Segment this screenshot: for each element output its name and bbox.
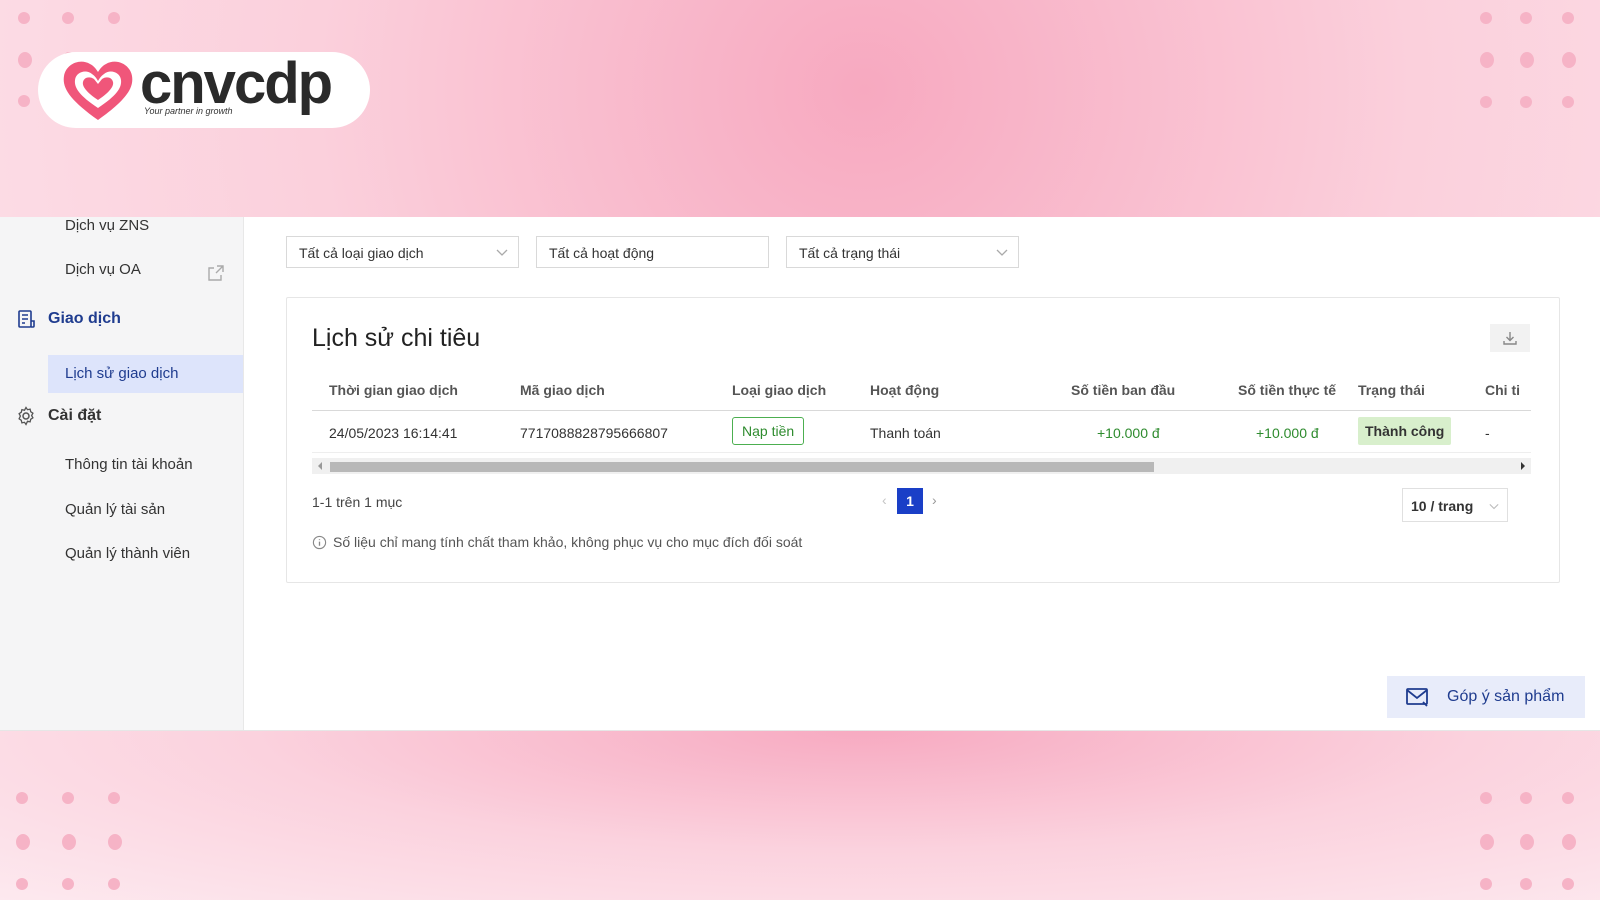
cell-activity: Thanh toán (870, 425, 941, 441)
chevron-down-icon (1489, 503, 1499, 510)
cell-amount-actual: +10.000 đ (1256, 425, 1319, 441)
scroll-left-icon[interactable] (316, 461, 324, 471)
page-number-current[interactable]: 1 (897, 488, 923, 514)
column-header: Loại giao dịch (732, 382, 827, 398)
download-icon (1503, 332, 1517, 345)
column-header: Mã giao dịch (520, 382, 605, 398)
download-button[interactable] (1490, 324, 1530, 352)
sidebar-group-giao-dich[interactable]: Giao dịch (16, 309, 121, 329)
brand-logo: cnvcdp Your partner in growth (38, 51, 370, 128)
status-badge: Thành công (1358, 417, 1452, 445)
card-title: Lịch sử chi tiêu (312, 324, 481, 352)
sidebar-item-oa[interactable]: Dịch vụ OA (65, 261, 141, 278)
info-icon (312, 535, 327, 549)
scroll-right-icon[interactable] (1519, 461, 1527, 471)
mail-feedback-icon (1406, 688, 1428, 707)
disclaimer-note: Số liệu chỉ mang tính chất tham khảo, kh… (312, 534, 802, 550)
sidebar-item-thong-tin-tai-khoan[interactable]: Thông tin tài khoản (65, 456, 193, 473)
column-header: Số tiền thực tế (1238, 382, 1337, 398)
heart-logo-icon (63, 61, 133, 120)
transactions-table: Thời gian giao dịch Mã giao dịch Loại gi… (312, 370, 1531, 480)
filter-value: Tất cả loại giao dịch (299, 245, 424, 261)
receipt-icon (18, 310, 35, 328)
row-divider (312, 452, 1531, 453)
chevron-down-icon (496, 249, 508, 256)
pagination-summary: 1-1 trên 1 mục (312, 494, 403, 510)
feedback-button[interactable]: Góp ý sản phẩm (1387, 676, 1585, 718)
page-size-value: 10 / trang (1411, 498, 1474, 514)
type-tag: Nạp tiền (732, 417, 805, 445)
column-header: Số tiền ban đầu (1071, 382, 1176, 398)
filter-status[interactable]: Tất cả trạng thái (786, 236, 1019, 268)
chevron-down-icon (996, 249, 1008, 256)
disclaimer-text: Số liệu chỉ mang tính chất tham khảo, kh… (333, 534, 803, 550)
main-content: Tất cả loại giao dịch Tất cả hoạt động T… (243, 217, 1600, 730)
column-header: Thời gian giao dịch (329, 382, 458, 398)
filter-activity[interactable]: Tất cả hoạt động (536, 236, 769, 268)
column-header: Chi ti (1485, 382, 1520, 398)
sidebar-group-label: Giao dịch (48, 310, 121, 327)
filter-value: Tất cả trạng thái (799, 245, 901, 261)
gear-icon (18, 406, 34, 426)
cell-detail[interactable]: - (1485, 425, 1490, 441)
sidebar-item-quan-ly-tai-san[interactable]: Quản lý tài sản (65, 501, 165, 518)
header-divider (312, 410, 1531, 411)
sidebar-item-quan-ly-thanh-vien[interactable]: Quản lý thành viên (65, 545, 190, 562)
filter-value: Tất cả hoạt động (549, 245, 655, 261)
sidebar: Dịch vụ ZNS Dịch vụ OA Giao dịch Lịch sử… (0, 217, 244, 730)
feedback-label: Góp ý sản phẩm (1447, 688, 1565, 705)
prev-page-icon[interactable]: ‹ (882, 492, 887, 508)
page-size-select[interactable]: 10 / trang (1402, 488, 1508, 522)
cell-time: 24/05/2023 16:14:41 (329, 425, 458, 441)
scrollbar-thumb[interactable] (330, 462, 1154, 472)
column-header: Hoạt động (870, 382, 940, 398)
sidebar-item-zns[interactable]: Dịch vụ ZNS (65, 217, 149, 234)
brand-tagline: Your partner in growth (144, 106, 233, 116)
cell-code: 7717088828795666807 (520, 425, 668, 441)
sidebar-item-lich-su-giao-dich[interactable]: Lịch sử giao dịch (65, 365, 178, 382)
filter-transaction-type[interactable]: Tất cả loại giao dịch (286, 236, 519, 268)
next-page-icon[interactable]: › (932, 492, 937, 508)
external-link-icon[interactable] (208, 265, 224, 281)
app-window: Dịch vụ ZNS Dịch vụ OA Giao dịch Lịch sử… (0, 217, 1600, 731)
page-bottom-background (0, 730, 1600, 900)
column-header: Trạng thái (1358, 382, 1425, 398)
cell-amount-initial: +10.000 đ (1097, 425, 1160, 441)
spending-history-card: Lịch sử chi tiêu Thời gian giao dịch Mã … (286, 297, 1560, 583)
sidebar-group-cai-dat[interactable]: Cài đặt (16, 406, 101, 426)
sidebar-group-label: Cài đặt (48, 407, 102, 424)
